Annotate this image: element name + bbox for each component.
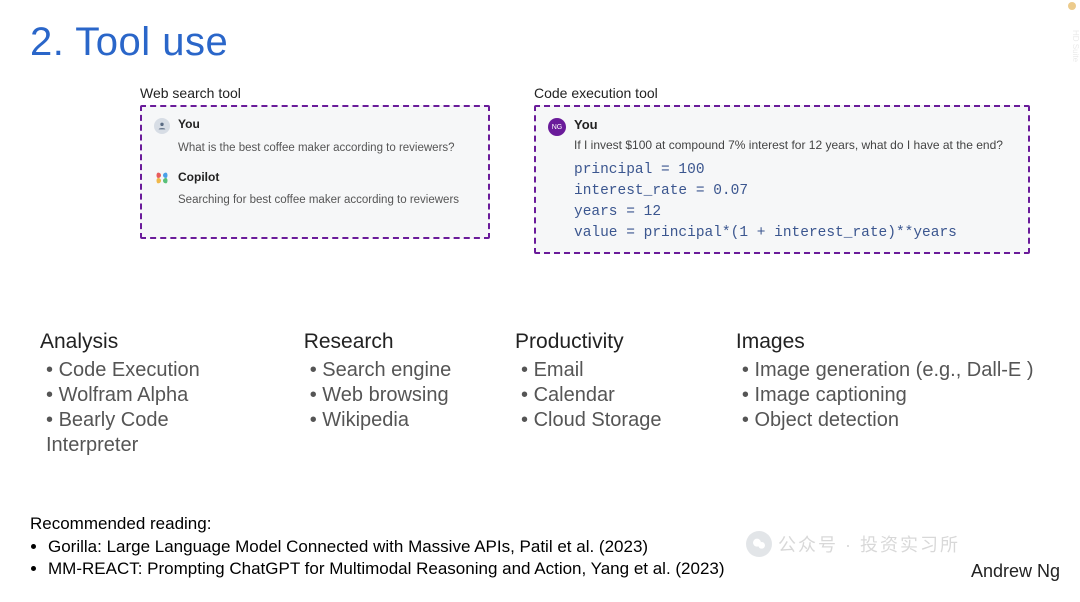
recommended-reading-heading: Recommended reading:	[30, 514, 1050, 534]
list-item: Bearly Code Interpreter	[46, 408, 264, 458]
web-copilot-row: Copilot	[154, 170, 476, 186]
code-you-label: You	[574, 117, 598, 132]
code-panel-label: Code execution tool	[534, 85, 1030, 101]
web-panel: You What is the best coffee maker accord…	[140, 105, 490, 239]
ng-avatar-icon: NG	[548, 118, 566, 136]
copilot-icon	[154, 170, 170, 186]
analysis-title: Analysis	[40, 330, 264, 354]
reading-item: Gorilla: Large Language Model Connected …	[48, 536, 1050, 558]
code-you-row: NG You	[548, 117, 1016, 136]
list-item: Image generation (e.g., Dall-E )	[742, 358, 1050, 383]
column-analysis: Analysis Code Execution Wolfram Alpha Be…	[40, 330, 264, 458]
web-you-row: You	[154, 117, 476, 134]
list-item: Email	[521, 358, 696, 383]
list-item: Calendar	[521, 383, 696, 408]
web-panel-label: Web search tool	[140, 85, 490, 101]
research-list: Search engine Web browsing Wikipedia	[310, 358, 475, 433]
tool-categories: Analysis Code Execution Wolfram Alpha Be…	[40, 330, 1050, 458]
list-item: Wikipedia	[310, 408, 475, 433]
web-copilot-message: Searching for best coffee maker accordin…	[178, 192, 476, 208]
slide-title: 2. Tool use	[30, 20, 1050, 65]
list-item: Cloud Storage	[521, 408, 696, 433]
column-productivity: Productivity Email Calendar Cloud Storag…	[515, 330, 696, 458]
productivity-list: Email Calendar Cloud Storage	[521, 358, 696, 433]
code-snippet: principal = 100 interest_rate = 0.07 yea…	[574, 160, 1016, 244]
author-name: Andrew Ng	[971, 561, 1060, 582]
list-item: Code Execution	[46, 358, 264, 383]
web-you-message: What is the best coffee maker according …	[178, 140, 476, 156]
window-indicator-dot	[1068, 2, 1076, 10]
footer: Recommended reading: Gorilla: Large Lang…	[30, 514, 1050, 580]
images-list: Image generation (e.g., Dall-E ) Image c…	[742, 358, 1050, 433]
hd-suite-label: HD Suite	[1066, 30, 1080, 62]
list-item: Web browsing	[310, 383, 475, 408]
recommended-reading-list: Gorilla: Large Language Model Connected …	[48, 536, 1050, 580]
reading-item: MM-REACT: Prompting ChatGPT for Multimod…	[48, 558, 1050, 580]
code-execution-example: Code execution tool NG You If I invest $…	[534, 85, 1030, 254]
example-panels: Web search tool You What is the best cof…	[140, 85, 1050, 254]
images-title: Images	[736, 330, 1050, 354]
productivity-title: Productivity	[515, 330, 696, 354]
analysis-list: Code Execution Wolfram Alpha Bearly Code…	[46, 358, 264, 458]
web-you-label: You	[178, 117, 200, 134]
column-research: Research Search engine Web browsing Wiki…	[304, 330, 475, 458]
list-item: Search engine	[310, 358, 475, 383]
code-panel: NG You If I invest $100 at compound 7% i…	[534, 105, 1030, 254]
web-copilot-label: Copilot	[178, 170, 219, 186]
column-images: Images Image generation (e.g., Dall-E ) …	[736, 330, 1050, 458]
code-you-message: If I invest $100 at compound 7% interest…	[574, 138, 1016, 152]
list-item: Wolfram Alpha	[46, 383, 264, 408]
list-item: Object detection	[742, 408, 1050, 433]
list-item: Image captioning	[742, 383, 1050, 408]
slide: HD Suite 2. Tool use Web search tool You…	[0, 0, 1080, 602]
web-search-example: Web search tool You What is the best cof…	[140, 85, 490, 254]
user-avatar-icon	[154, 118, 170, 134]
research-title: Research	[304, 330, 475, 354]
